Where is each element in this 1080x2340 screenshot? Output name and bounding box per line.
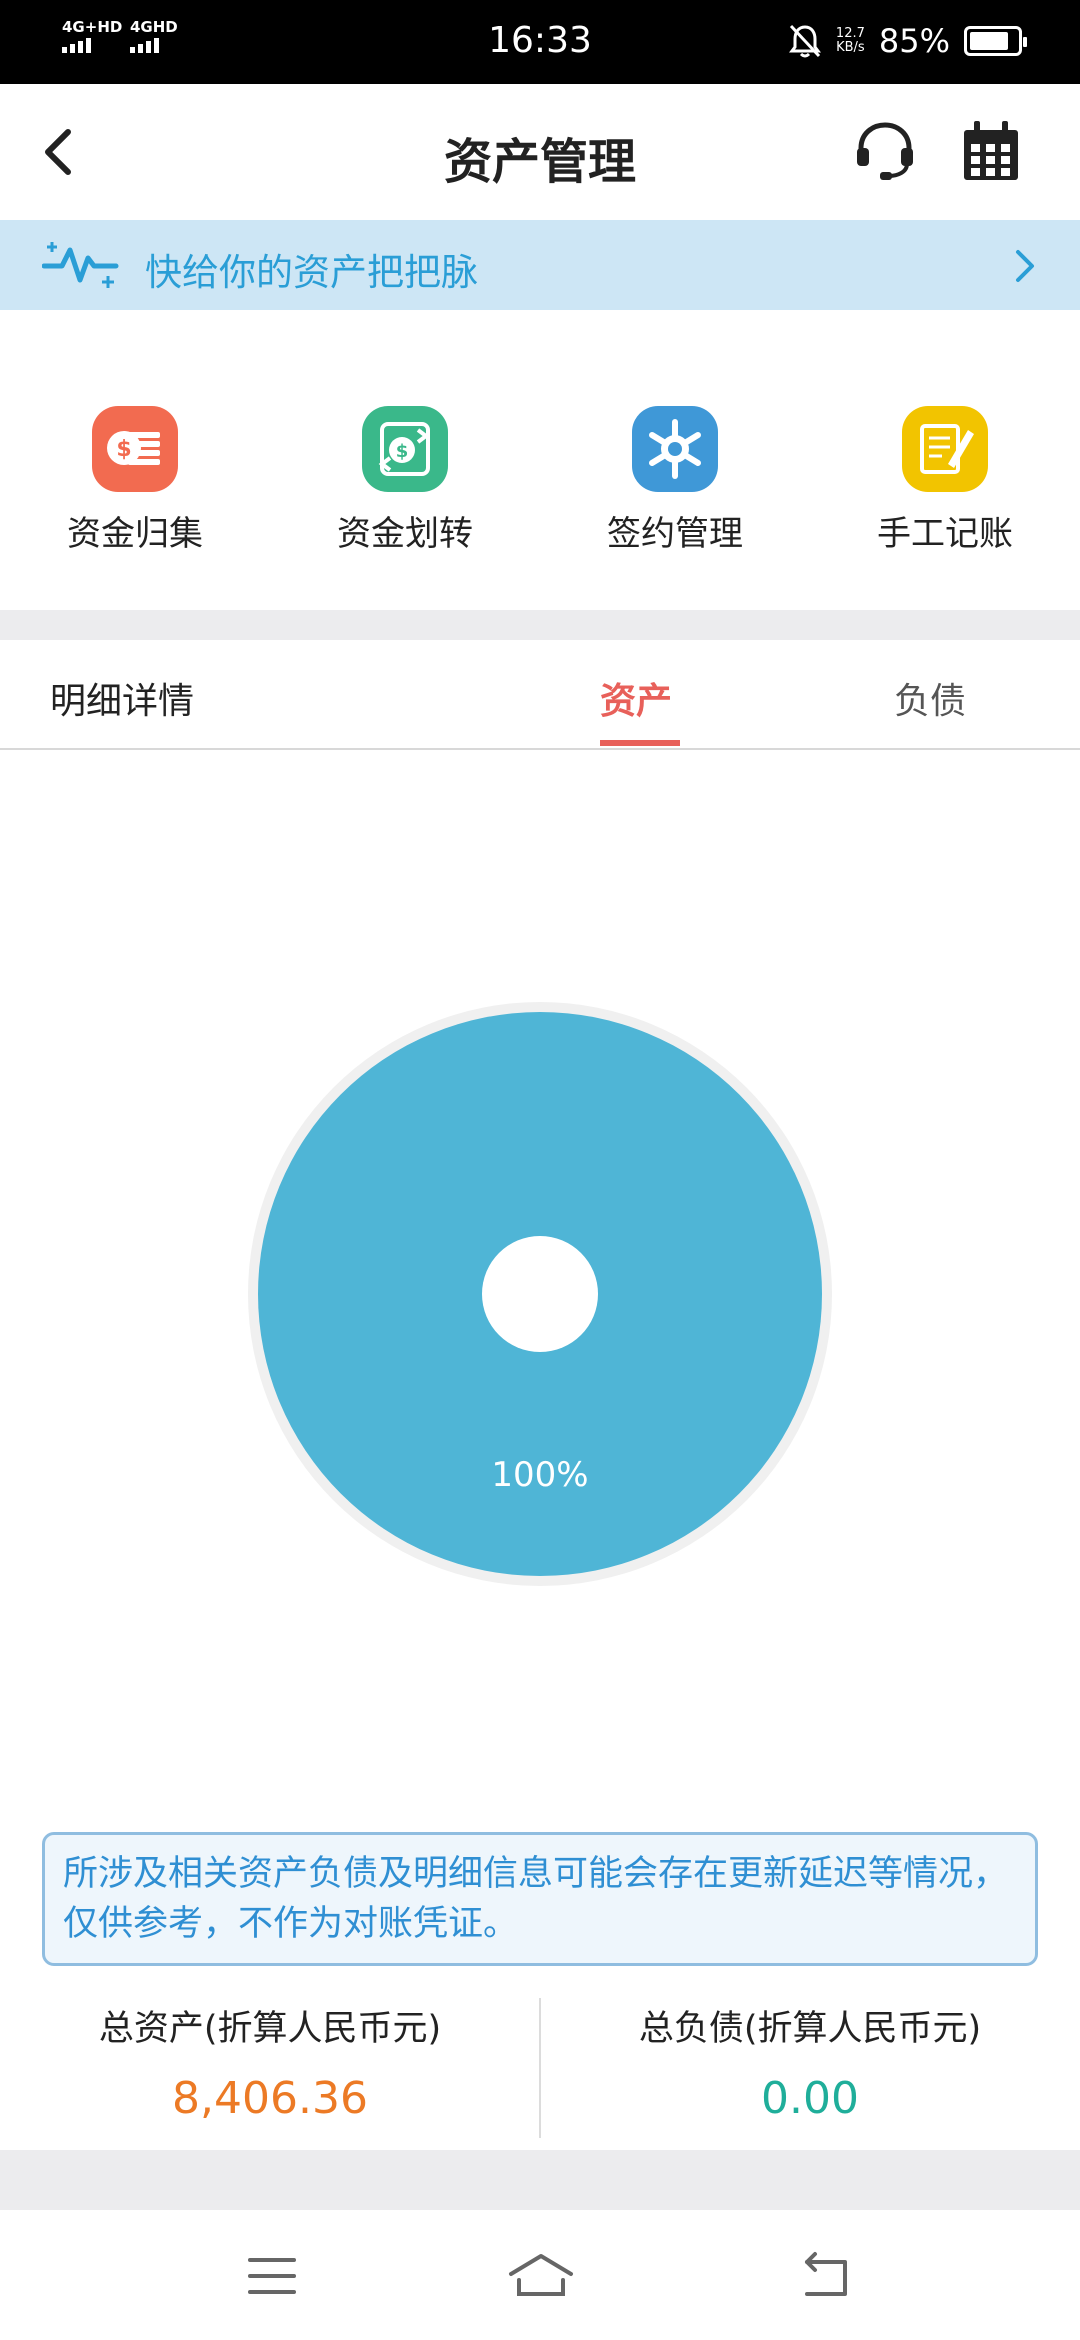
- svg-text:$: $: [396, 441, 409, 462]
- battery-percent: 85%: [878, 22, 950, 60]
- quick-action-label: 手工记账: [877, 514, 1013, 554]
- donut-hole: [482, 1236, 598, 1352]
- quick-action-label: 签约管理: [607, 514, 743, 554]
- total-assets-label: 总资产(折算人民币元): [98, 2009, 442, 2049]
- section-divider: [0, 610, 1080, 640]
- mute-bell-icon: [788, 24, 821, 58]
- back-icon[interactable]: [795, 2246, 855, 2306]
- disclaimer-notice: 所涉及相关资产负债及明细信息可能会存在更新延迟等情况，仅供参考，不作为对账凭证。: [42, 1832, 1038, 1966]
- asset-chart-area: 100%: [0, 752, 1080, 1822]
- tab-assets[interactable]: 资产: [600, 672, 672, 724]
- status-bar: 4G+HD 4GHD 16:33 12.7 KB/s 85%: [0, 0, 1080, 84]
- section-divider: [0, 2150, 1080, 2210]
- app-header: 资产管理: [0, 84, 1080, 220]
- quick-actions: $ 资金归集 $ 资金划转 签约管理 手工记账: [0, 310, 1080, 610]
- total-assets: 总资产(折算人民币元) 8,406.36: [0, 2000, 540, 2124]
- coins-stack-icon: $: [92, 406, 178, 492]
- health-check-banner[interactable]: 快给你的资产把把脉: [0, 220, 1080, 310]
- status-right: 12.7 KB/s 85%: [788, 22, 1027, 60]
- chevron-right-icon: [1016, 250, 1034, 282]
- detail-tabs: 明细详情 资产 负债: [0, 640, 1080, 750]
- quick-action-label: 资金划转: [337, 514, 473, 554]
- quick-action-fund-transfer[interactable]: $ 资金划转: [305, 406, 505, 555]
- quick-action-contract-management[interactable]: 签约管理: [575, 406, 775, 555]
- total-liabilities-value: 0.00: [761, 2073, 859, 2124]
- battery-icon: [964, 26, 1027, 56]
- totals-summary: 总资产(折算人民币元) 8,406.36 总负债(折算人民币元) 0.00: [0, 1980, 1080, 2150]
- total-assets-value: 8,406.36: [172, 2073, 368, 2124]
- banner-text: 快给你的资产把把脉: [145, 251, 478, 294]
- quick-action-label: 资金归集: [67, 514, 203, 554]
- quick-action-manual-bookkeeping[interactable]: 手工记账: [845, 406, 1045, 555]
- net-speed-unit: KB/s: [836, 40, 865, 55]
- svg-text:$: $: [116, 437, 131, 462]
- total-liabilities-label: 总负债(折算人民币元): [638, 2009, 982, 2049]
- customer-service-headset-icon[interactable]: [852, 118, 918, 184]
- page-title: 资产管理: [443, 134, 636, 190]
- active-tab-indicator: [600, 740, 680, 746]
- calendar-icon[interactable]: [960, 118, 1022, 184]
- system-nav-bar: [0, 2210, 1080, 2340]
- tab-detail-label: 明细详情: [50, 681, 195, 722]
- asset-donut-chart: 100%: [248, 1002, 832, 1586]
- transfer-icon: $: [362, 406, 448, 492]
- pulse-icon: [42, 242, 119, 288]
- home-icon[interactable]: [505, 2246, 577, 2306]
- note-pen-icon: [902, 406, 988, 492]
- menu-icon[interactable]: [242, 2246, 302, 2306]
- tab-liabilities[interactable]: 负债: [894, 672, 966, 724]
- quick-action-fund-collection[interactable]: $ 资金归集: [35, 406, 235, 555]
- net-speed-value: 12.7: [835, 26, 865, 41]
- sign-gear-icon: [632, 406, 718, 492]
- pie-slice-label: 100%: [491, 1455, 588, 1495]
- total-liabilities: 总负债(折算人民币元) 0.00: [540, 2000, 1080, 2124]
- net-speed: 12.7 KB/s: [836, 27, 865, 55]
